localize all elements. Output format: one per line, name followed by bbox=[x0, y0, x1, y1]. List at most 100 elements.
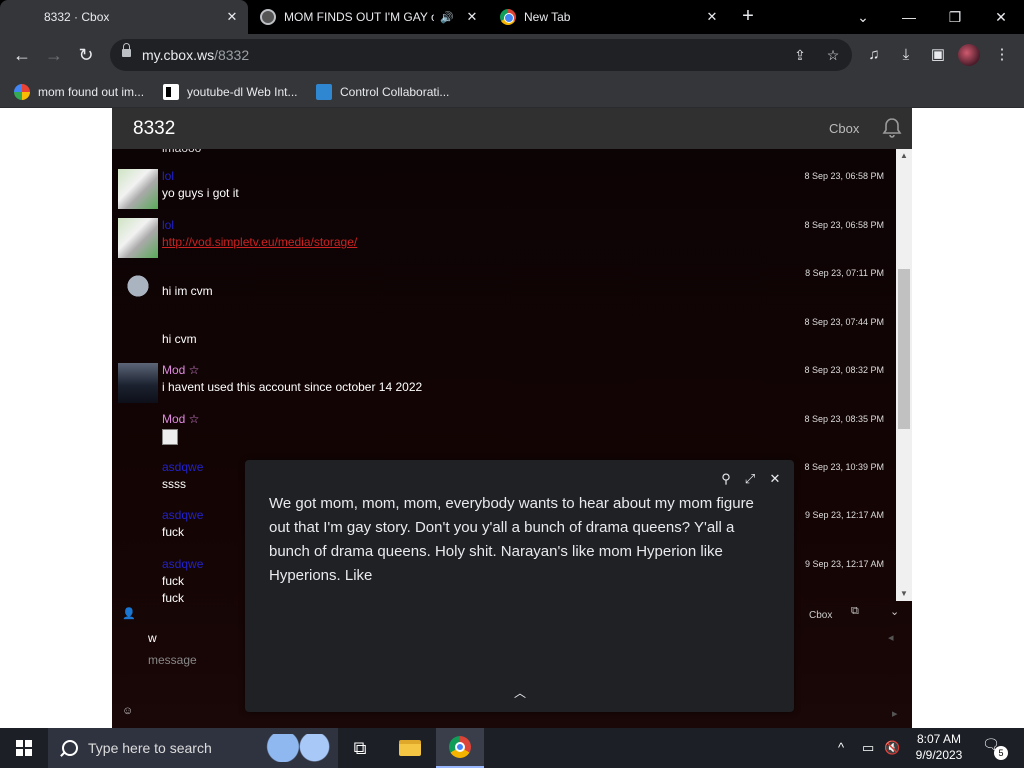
close-tab-icon[interactable]: ✕ bbox=[464, 9, 480, 25]
message-author[interactable]: asdqwe bbox=[162, 508, 203, 522]
windows-logo-icon bbox=[16, 740, 32, 756]
chat-message: Mod ☆ i havent used this account since o… bbox=[112, 361, 896, 407]
chat-scrollbar[interactable]: ▲ ▼ bbox=[896, 149, 912, 601]
reload-icon[interactable]: ↻ bbox=[74, 43, 98, 67]
menu-kebab-icon[interactable]: ⋮ bbox=[990, 43, 1014, 67]
share-icon[interactable]: ⇪ bbox=[790, 45, 810, 65]
close-window-icon[interactable]: ✕ bbox=[988, 4, 1014, 30]
lock-icon[interactable] bbox=[122, 43, 131, 57]
download-icon[interactable]: ⤓ bbox=[894, 43, 918, 67]
notification-badge: 5 bbox=[994, 746, 1008, 760]
message-text: fuck bbox=[162, 574, 185, 588]
message-author[interactable]: asdqwe bbox=[162, 460, 203, 474]
message-input[interactable]: message bbox=[148, 653, 197, 667]
chrome-icon bbox=[449, 736, 471, 758]
message-time: 8 Sep 23, 06:58 PM bbox=[804, 220, 884, 230]
close-tab-icon[interactable]: ✕ bbox=[224, 9, 240, 25]
chat-message: lol yo guys i got it 8 Sep 23, 06:58 PM bbox=[112, 167, 896, 213]
bookmark-label: youtube-dl Web Int... bbox=[187, 85, 298, 99]
arrow-icon[interactable]: ▸ bbox=[892, 707, 898, 720]
popout-icon[interactable]: ⧉ bbox=[851, 605, 859, 618]
start-button[interactable] bbox=[0, 728, 48, 768]
name-field[interactable]: w bbox=[148, 631, 157, 645]
computer-avatar-icon[interactable] bbox=[118, 268, 158, 308]
avatar[interactable] bbox=[118, 218, 158, 258]
message-text: fuck bbox=[162, 591, 185, 605]
cbox-brand-link[interactable]: Cbox bbox=[829, 121, 859, 136]
emoji-icon[interactable]: ☺ bbox=[122, 705, 133, 717]
chrome-taskbar-button[interactable] bbox=[436, 728, 484, 768]
broken-image-icon[interactable] bbox=[162, 429, 178, 445]
scroll-up-icon[interactable]: ▲ bbox=[896, 149, 912, 163]
chevron-up-icon[interactable]: ︿ bbox=[511, 684, 529, 702]
user-icon[interactable]: 👤 bbox=[122, 607, 136, 620]
system-clock[interactable]: 8:07 AM 9/9/2023 bbox=[904, 731, 974, 763]
collapse-chevron-icon[interactable]: ⌄ bbox=[890, 605, 899, 618]
pin-icon[interactable]: ⚲ bbox=[717, 470, 735, 488]
avatar[interactable] bbox=[118, 363, 158, 403]
send-icon[interactable]: ◂ bbox=[888, 631, 894, 644]
message-time: 8 Sep 23, 06:58 PM bbox=[804, 171, 884, 181]
message-text: ssss bbox=[162, 477, 186, 491]
task-view-icon[interactable]: ⧉ bbox=[336, 728, 384, 768]
message-text: fuck bbox=[162, 525, 185, 539]
chevron-up-tray-icon[interactable]: ^ bbox=[838, 738, 844, 758]
bookmark-item[interactable]: Control Collaborati... bbox=[316, 82, 449, 102]
close-caption-icon[interactable]: ✕ bbox=[766, 470, 784, 488]
clock-time: 8:07 AM bbox=[916, 732, 962, 746]
speaker-icon[interactable]: 🔊 bbox=[440, 11, 454, 24]
tab-new-tab[interactable]: New Tab ✕ bbox=[490, 0, 728, 34]
profile-avatar[interactable] bbox=[958, 44, 980, 66]
tab-title: New Tab bbox=[524, 10, 571, 24]
url-text[interactable]: my.cbox.ws/8332 bbox=[142, 47, 249, 63]
side-panel-icon[interactable]: ▣ bbox=[926, 43, 950, 67]
forward-arrow-icon[interactable]: → bbox=[42, 43, 66, 67]
chat-message: Mod ☆ 8 Sep 23, 08:35 PM bbox=[112, 410, 896, 456]
bookmark-item[interactable]: youtube-dl Web Int... bbox=[163, 82, 298, 102]
url-domain: my.cbox.ws bbox=[142, 47, 215, 63]
message-author[interactable]: Mod ☆ bbox=[162, 412, 199, 426]
scroll-thumb[interactable] bbox=[898, 269, 910, 429]
search-icon bbox=[62, 740, 78, 756]
message-author[interactable]: Mod ☆ bbox=[162, 363, 199, 377]
message-time: 9 Sep 23, 12:17 AM bbox=[804, 559, 884, 569]
room-title: 8332 bbox=[133, 118, 176, 139]
tab-cbox[interactable]: 8332 · Cbox ✕ bbox=[0, 0, 248, 34]
bookmark-label: mom found out im... bbox=[38, 85, 145, 99]
expand-window-icon[interactable]: ⤢ bbox=[741, 470, 759, 488]
browser-toolbar: ← → ↻ my.cbox.ws/8332 ⇪ ☆ ♫ ⤓ ▣ ⋮ bbox=[0, 34, 1024, 76]
address-bar[interactable]: my.cbox.ws/8332 ⇪ ☆ bbox=[110, 39, 852, 71]
windows-taskbar: Type here to search ⧉ ^ ▭ 🔇 8:07 AM 9/9/… bbox=[0, 728, 1024, 768]
message-author[interactable]: asdqwe bbox=[162, 557, 203, 571]
message-time: 8 Sep 23, 07:44 PM bbox=[804, 317, 884, 327]
bookmarks-bar: mom found out im... youtube-dl Web Int..… bbox=[0, 76, 1024, 108]
tab-search-chevron-icon[interactable]: ⌄ bbox=[850, 4, 876, 30]
close-tab-icon[interactable]: ✕ bbox=[704, 9, 720, 25]
bookmark-star-icon[interactable]: ☆ bbox=[823, 45, 843, 65]
google-icon bbox=[14, 84, 30, 100]
tab-video[interactable]: MOM FINDS OUT I'M GAY o 🔊 ✕ bbox=[250, 0, 488, 34]
file-explorer-button[interactable] bbox=[386, 728, 434, 768]
folder-icon bbox=[399, 740, 421, 756]
back-arrow-icon[interactable]: ← bbox=[10, 43, 34, 67]
message-link[interactable]: http://vod.simpletv.eu/media/storage/ bbox=[162, 235, 357, 249]
taskbar-search[interactable]: Type here to search bbox=[48, 728, 338, 768]
chrome-icon bbox=[500, 9, 516, 25]
avatar[interactable] bbox=[118, 169, 158, 209]
message-author[interactable]: lol bbox=[162, 169, 174, 183]
scroll-down-icon[interactable]: ▼ bbox=[896, 587, 912, 601]
media-control-icon[interactable]: ♫ bbox=[862, 43, 886, 67]
message-time: 8 Sep 23, 10:39 PM bbox=[804, 462, 884, 472]
bell-icon[interactable] bbox=[880, 116, 904, 140]
volume-muted-icon[interactable]: 🔇 bbox=[884, 738, 900, 758]
message-time: 9 Sep 23, 12:17 AM bbox=[804, 510, 884, 520]
new-tab-button[interactable]: + bbox=[738, 6, 758, 26]
monitor-icon bbox=[316, 84, 332, 100]
message-author[interactable]: lol bbox=[162, 218, 174, 232]
network-icon[interactable]: ▭ bbox=[862, 738, 874, 758]
cbox-footer-link[interactable]: Cbox bbox=[809, 610, 832, 621]
bookmark-item[interactable]: mom found out im... bbox=[14, 82, 144, 102]
minimize-icon[interactable]: — bbox=[896, 4, 922, 30]
message-time: 8 Sep 23, 07:11 PM bbox=[805, 268, 884, 278]
restore-icon[interactable]: ❐ bbox=[942, 4, 968, 30]
